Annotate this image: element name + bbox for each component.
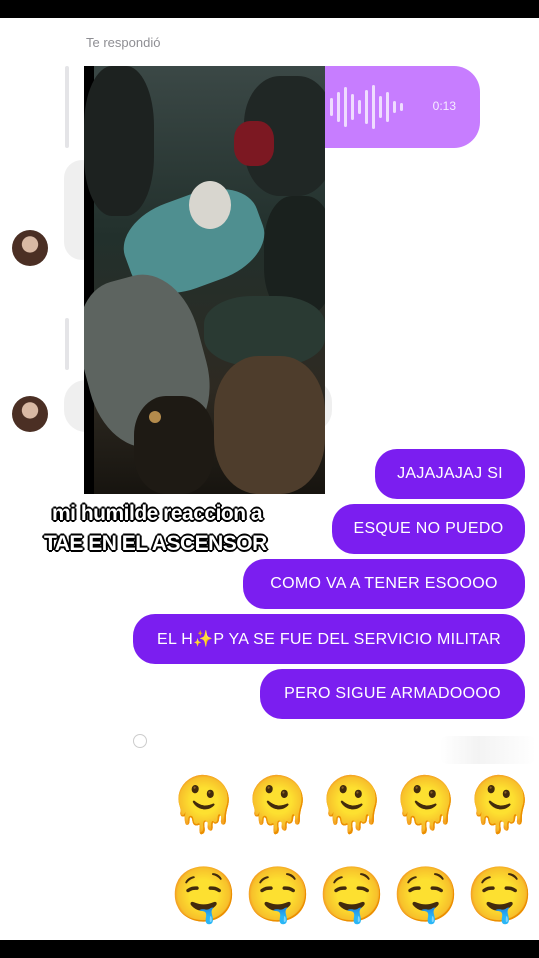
melting-face-icon: 🫠 [318,773,386,836]
drooling-face-icon: 🤤 [392,863,460,926]
drooling-face-icon: 🤤 [170,863,238,926]
sent-message-bubble[interactable]: ESQUE NO PUEDO [332,504,525,554]
drooling-face-icon: 🤤 [466,863,534,926]
faded-overlay [440,736,536,764]
top-letterbox [0,0,539,18]
reply-indicator-line [65,318,69,370]
voice-message-bubble[interactable]: 0:13 [300,66,480,148]
bottom-letterbox [0,940,539,958]
sent-message-bubble[interactable]: COMO VA A TENER ESOOOO [243,559,525,609]
seen-indicator-icon [133,734,147,748]
avatar[interactable] [12,230,48,266]
video-frame-image [84,66,325,494]
drooling-face-icon: 🤤 [244,863,312,926]
melting-face-icon: 🫠 [244,773,312,836]
reaction-video[interactable] [84,66,325,494]
sent-message-bubble[interactable]: JAJAJAJAJ SI [375,449,525,499]
reply-indicator-line [65,66,69,148]
video-caption-line-2: TAE EN EL ASCENSOR [44,532,267,555]
sent-message-bubble[interactable]: PERO SIGUE ARMADOOOO [260,669,525,719]
drooling-face-icon: 🤤 [318,863,386,926]
melting-face-icon: 🫠 [466,773,534,836]
video-caption-line-1: mi humilde reaccion a [52,502,263,525]
sent-message-bubble[interactable]: EL H✨P YA SE FUE DEL SERVICIO MILITAR [133,614,525,664]
avatar[interactable] [12,396,48,432]
melting-face-icon: 🫠 [170,773,238,836]
drooling-face-emoji-row: 🤤 🤤 🤤 🤤 🤤 [170,863,534,926]
melting-face-emoji-row: 🫠 🫠 🫠 🫠 🫠 [170,773,534,836]
melting-face-icon: 🫠 [392,773,460,836]
replied-label: Te respondió [86,35,161,50]
waveform-icon [330,84,403,130]
voice-message-duration: 0:13 [432,99,456,113]
